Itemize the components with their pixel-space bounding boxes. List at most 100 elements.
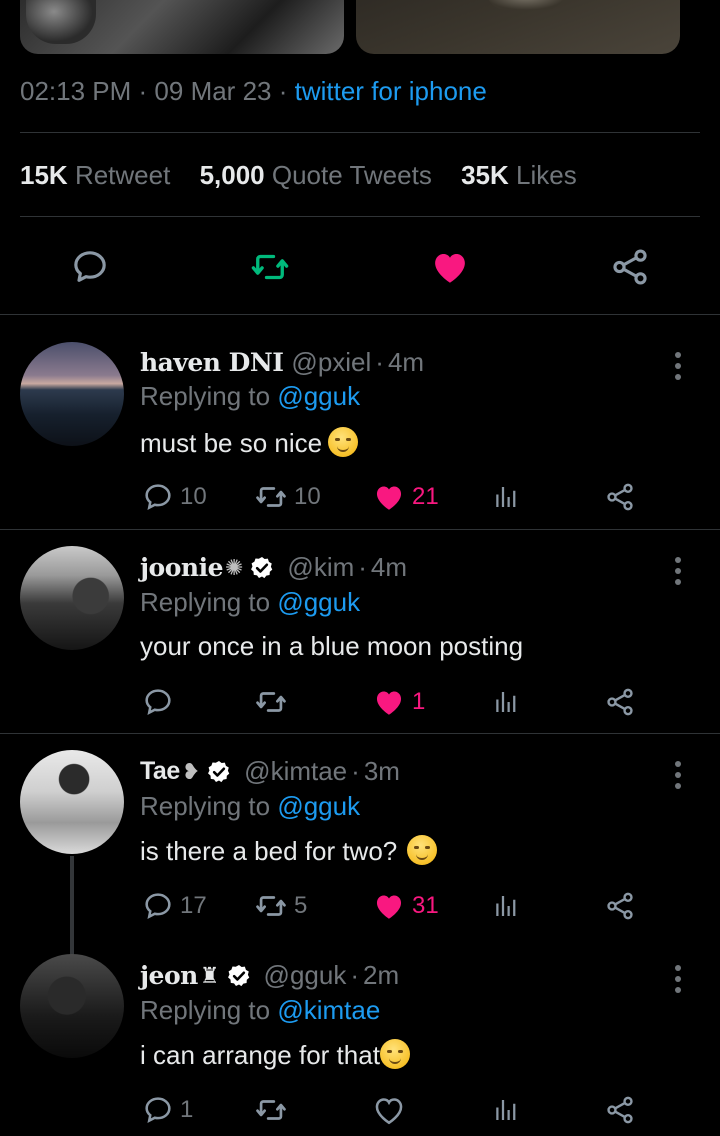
like-button[interactable]: 21: [372, 479, 439, 515]
retweet-icon[interactable]: [248, 245, 292, 289]
analytics-button[interactable]: [490, 888, 520, 924]
replying-to-link[interactable]: @kimtae: [277, 995, 380, 1025]
reply-tweet[interactable]: joonie ✺ @kim · 4m Replying to @gguk you…: [0, 530, 720, 732]
analytics-icon: [496, 487, 516, 507]
retweet-button[interactable]: 5: [254, 888, 307, 924]
tweet-source-link[interactable]: twitter for iphone: [295, 76, 487, 106]
reply-icon: [145, 689, 171, 716]
reply-icon: [145, 1097, 171, 1124]
tweet-media[interactable]: [0, 0, 720, 58]
analytics-button[interactable]: [490, 1092, 520, 1128]
tweet-text: is there a bed for two?: [140, 836, 398, 866]
heart-icon: [376, 895, 402, 919]
share-button[interactable]: [604, 479, 636, 515]
reply-tweet[interactable]: haven DNI @pxiel · 4m Replying to @gguk …: [0, 315, 720, 527]
tweet-text: your once in a blue moon posting: [140, 631, 524, 661]
replying-label: Replying to: [140, 587, 271, 617]
reply-actions: 1: [0, 684, 720, 720]
retweet-count: 10: [294, 483, 321, 510]
analytics-button[interactable]: [490, 684, 520, 720]
display-name[interactable]: Tae: [140, 757, 180, 786]
share-icon: [607, 892, 633, 920]
more-icon[interactable]: [668, 758, 688, 792]
reply-icon: [145, 484, 171, 511]
share-button[interactable]: [604, 684, 636, 720]
analytics-icon: [496, 1100, 516, 1120]
handle[interactable]: @pxiel: [291, 347, 371, 378]
tweet-image-1[interactable]: [20, 0, 344, 54]
heart-icon[interactable]: [428, 245, 472, 289]
tower-icon: ♜: [199, 962, 220, 988]
like-count: 21: [412, 483, 439, 510]
divider: [20, 216, 700, 217]
reply-icon[interactable]: [68, 245, 112, 289]
display-name[interactable]: joonie: [140, 553, 223, 582]
likes-stat[interactable]: 35K Likes: [461, 160, 599, 190]
share-icon[interactable]: [608, 245, 652, 289]
retweet-count: 5: [294, 892, 308, 919]
share-icon: [607, 1096, 633, 1124]
reply-button[interactable]: [142, 684, 180, 720]
analytics-button[interactable]: [490, 479, 520, 515]
share-button[interactable]: [604, 1092, 636, 1128]
tweet-stats: 15K Retweet 5,000 Quote Tweets 35K Likes: [20, 160, 599, 191]
analytics-icon: [496, 692, 516, 712]
avatar[interactable]: [20, 954, 124, 1058]
verified-badge-icon: [227, 964, 249, 986]
display-name[interactable]: haven DNI: [140, 348, 284, 377]
handle[interactable]: @gguk: [264, 960, 347, 991]
quotes-stat[interactable]: 5,000 Quote Tweets: [200, 160, 454, 190]
tweet-action-bar: [0, 240, 720, 290]
verified-badge-icon: [251, 556, 273, 578]
retweet-button[interactable]: [254, 684, 294, 720]
heart-icon: [376, 691, 402, 715]
handle[interactable]: @kim: [287, 552, 354, 583]
share-icon: [607, 688, 633, 716]
share-icon: [607, 483, 633, 511]
reply-tweet[interactable]: jeon ♜ @gguk · 2m Replying to @kimtae i …: [0, 938, 720, 1136]
heart-icon: [376, 486, 402, 510]
reply-icon: [145, 893, 171, 920]
reply-count: 1: [180, 1096, 194, 1123]
retweet-icon: [256, 1100, 286, 1120]
retweet-button[interactable]: 10: [254, 479, 321, 515]
avatar[interactable]: [20, 546, 124, 650]
more-icon[interactable]: [668, 349, 688, 383]
avatar[interactable]: [20, 342, 124, 446]
heart-outline-icon: [375, 1098, 403, 1125]
timestamp: 2m: [363, 960, 400, 990]
share-button[interactable]: [604, 888, 636, 924]
divider: [20, 132, 700, 133]
avatar[interactable]: [20, 750, 124, 854]
tweet-image-2[interactable]: [356, 0, 680, 54]
reply-button[interactable]: 1: [142, 1092, 193, 1128]
tweet-time: 02:13 PM: [20, 76, 132, 106]
display-name[interactable]: jeon: [140, 961, 198, 990]
more-icon[interactable]: [668, 554, 688, 588]
tweet-meta: 02:13 PM · 09 Mar 23 · twitter for iphon…: [20, 76, 487, 106]
reply-button[interactable]: 17: [142, 888, 207, 924]
like-button[interactable]: 1: [372, 684, 425, 720]
like-count: 31: [412, 892, 439, 919]
reply-tweet[interactable]: Tae ❥ @kimtae · 3m Replying to @gguk is …: [0, 734, 720, 938]
timestamp: 4m: [370, 552, 408, 582]
reply-button[interactable]: 10: [142, 479, 207, 515]
like-button[interactable]: 31: [372, 888, 439, 924]
retweet-button[interactable]: [254, 1092, 294, 1128]
retweet-icon: [256, 896, 286, 916]
relieved-emoji-icon: [379, 1039, 410, 1069]
replying-to-link[interactable]: @gguk: [277, 587, 360, 617]
handle[interactable]: @kimtae: [244, 756, 347, 787]
more-icon[interactable]: [668, 962, 688, 996]
tweet-text: must be so nice: [140, 428, 323, 458]
like-count: 1: [412, 688, 426, 715]
replying-to-link[interactable]: @gguk: [277, 381, 360, 411]
retweets-stat[interactable]: 15K Retweet: [20, 160, 192, 190]
analytics-icon: [496, 896, 516, 916]
smirk-emoji-icon: [328, 427, 359, 457]
like-button[interactable]: [372, 1092, 412, 1128]
butterfly-icon: ❥: [181, 758, 201, 784]
reply-count: 17: [180, 892, 207, 919]
replying-to-link[interactable]: @gguk: [277, 791, 360, 821]
replying-label: Replying to: [140, 791, 271, 821]
